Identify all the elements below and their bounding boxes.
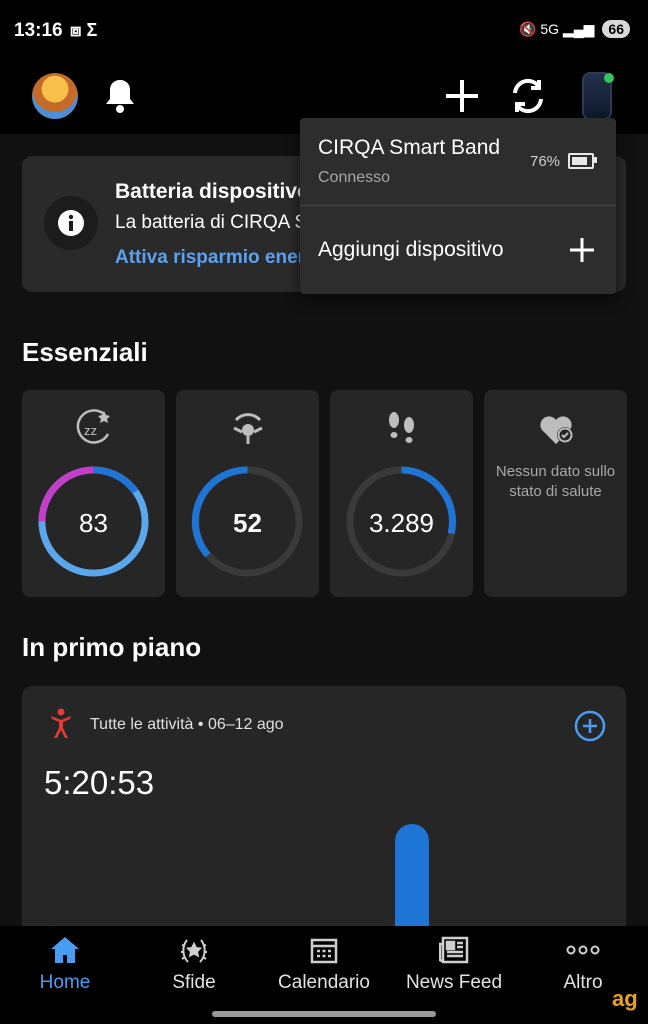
connection-dot bbox=[604, 73, 614, 83]
plus-icon[interactable] bbox=[444, 78, 480, 119]
body-battery-value: 52 bbox=[233, 508, 262, 538]
activity-label: Tutte le attività • 06–12 ago bbox=[90, 716, 284, 733]
bottom-nav: Home Sfide Calendario News Feed Altro bbox=[0, 926, 648, 1024]
nav-home-label: Home bbox=[39, 972, 91, 993]
sync-icon[interactable] bbox=[508, 76, 548, 121]
home-icon bbox=[50, 936, 80, 969]
status-signal-icons: 🔇 5G ▂▄▆ bbox=[519, 20, 595, 37]
nav-news-feed-label: News Feed bbox=[405, 972, 503, 993]
more-icon bbox=[566, 936, 600, 969]
add-device-plus-icon[interactable] bbox=[568, 236, 596, 269]
battery-icon bbox=[568, 153, 594, 169]
featured-title: In primo piano bbox=[22, 632, 202, 662]
device-name[interactable]: CIRQA Smart Band bbox=[318, 136, 500, 160]
watermark-logo: ag bbox=[612, 986, 638, 1011]
status-left-icons: ⧈ Σ bbox=[70, 20, 98, 40]
total-time: 5:20:53 bbox=[44, 764, 155, 801]
add-device-label[interactable]: Aggiungi dispositivo bbox=[318, 238, 504, 262]
battery-tip bbox=[594, 157, 597, 163]
running-icon bbox=[48, 708, 74, 745]
status-bar: 13:16 ⧈ Σ 🔇 5G ▂▄▆ 66 bbox=[0, 0, 648, 62]
device-status: Connesso bbox=[318, 169, 391, 186]
device-dropdown: CIRQA Smart Band Connesso 76% Aggiungi d… bbox=[300, 118, 616, 294]
activities-card[interactable]: Tutte le attività • 06–12 ago 5:20:53 bbox=[22, 686, 626, 946]
news-icon bbox=[438, 936, 469, 969]
status-time: 13:16 bbox=[14, 20, 63, 41]
device-battery-percent: 76% bbox=[530, 153, 561, 170]
svg-text:zz: zz bbox=[84, 423, 97, 438]
steps-tile[interactable]: 3.289 bbox=[330, 390, 473, 597]
sleep-tile[interactable]: zz 83 bbox=[22, 390, 165, 597]
notice-title: Batteria dispositivo bbox=[115, 180, 310, 203]
laurel-icon bbox=[179, 936, 209, 971]
divider bbox=[300, 205, 616, 206]
health-tile[interactable]: Nessun dato sullo stato di salute bbox=[484, 390, 627, 597]
add-activity-icon[interactable] bbox=[574, 710, 606, 747]
nav-challenges-label: Sfide bbox=[172, 972, 216, 993]
sleep-icon: zz bbox=[74, 408, 114, 453]
nav-news-feed[interactable]: News Feed bbox=[389, 926, 519, 1006]
health-message: Nessun dato sullo stato di salute bbox=[495, 463, 616, 500]
nav-calendar-label: Calendario bbox=[278, 972, 370, 993]
status-battery: 66 bbox=[602, 20, 630, 38]
steps-value: 3.289 bbox=[368, 508, 435, 538]
battery-fill bbox=[572, 157, 588, 165]
body-battery-tile[interactable]: 52 bbox=[176, 390, 319, 597]
status-right-icons: 🔇 5G ▂▄▆ 66 bbox=[519, 20, 630, 38]
bell-icon[interactable] bbox=[104, 78, 136, 119]
sleep-score: 83 bbox=[79, 508, 108, 538]
nav-challenges[interactable]: Sfide bbox=[129, 926, 259, 1006]
footsteps-icon bbox=[382, 408, 422, 453]
heart-check-icon bbox=[536, 408, 576, 453]
home-indicator[interactable] bbox=[212, 1011, 436, 1017]
calendar-icon bbox=[310, 936, 338, 969]
avatar[interactable] bbox=[32, 73, 78, 119]
info-icon bbox=[44, 196, 98, 250]
nav-calendar[interactable]: Calendario bbox=[259, 926, 389, 1006]
body-battery-icon bbox=[228, 408, 268, 453]
essentials-title: Essenziali bbox=[22, 337, 148, 367]
nav-home[interactable]: Home bbox=[0, 926, 130, 1006]
